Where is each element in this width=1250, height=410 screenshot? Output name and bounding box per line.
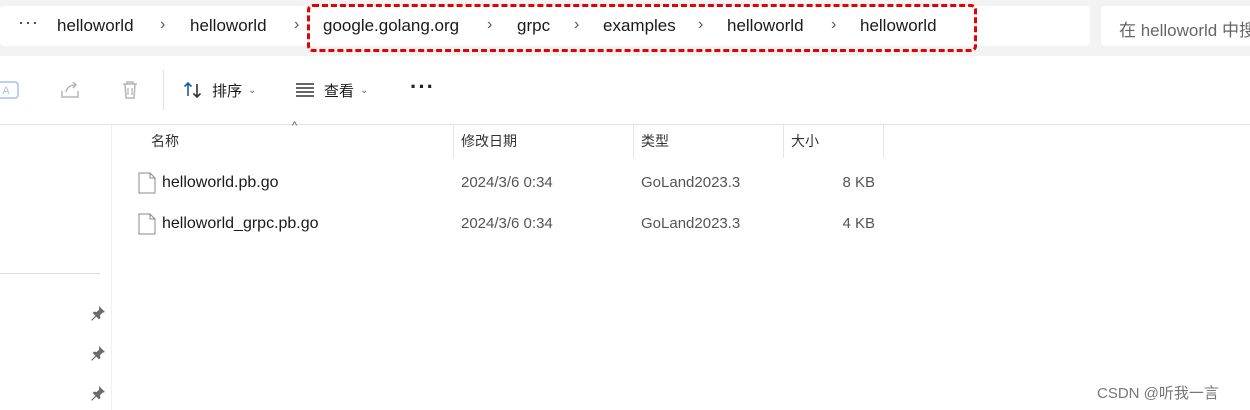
chevron-down-icon: ⌄ bbox=[360, 84, 369, 96]
view-button-label: 查看 bbox=[324, 82, 355, 100]
nav-divider bbox=[0, 273, 100, 274]
file-type: GoLand2023.3 bbox=[641, 215, 741, 232]
toolbar-divider bbox=[163, 70, 164, 110]
command-bar: A 排序 ⌄ 查看 ⌄ ··· bbox=[0, 56, 1250, 125]
breadcrumb-item-examples[interactable]: examples bbox=[603, 16, 676, 36]
rename-icon[interactable]: A bbox=[0, 78, 24, 102]
file-modified: 2024/3/6 0:34 bbox=[461, 215, 553, 232]
breadcrumb-item-helloworld-current[interactable]: helloworld bbox=[860, 16, 937, 36]
breadcrumb-item-helloworld-1[interactable]: helloworld bbox=[57, 16, 134, 36]
column-header-size[interactable]: 大小 bbox=[784, 125, 884, 158]
chevron-right-icon[interactable]: › bbox=[160, 16, 165, 34]
chevron-right-icon[interactable]: › bbox=[294, 16, 299, 34]
search-input[interactable]: 在 helloworld 中搜 bbox=[1119, 16, 1250, 41]
file-name: helloworld_grpc.pb.go bbox=[162, 215, 319, 232]
title-bar: ··· helloworld › helloworld › google.gol… bbox=[0, 0, 1250, 56]
chevron-right-icon[interactable]: › bbox=[487, 16, 492, 34]
sort-button-label: 排序 bbox=[212, 82, 243, 100]
chevron-right-icon[interactable]: › bbox=[574, 16, 579, 34]
column-header-modified[interactable]: 修改日期 bbox=[454, 125, 634, 158]
file-icon bbox=[138, 213, 156, 235]
column-header-type[interactable]: 类型 bbox=[634, 125, 784, 158]
svg-text:A: A bbox=[2, 85, 10, 97]
delete-icon[interactable] bbox=[118, 78, 142, 102]
sort-icon bbox=[183, 81, 202, 99]
file-size: 4 KB bbox=[842, 215, 875, 232]
file-row[interactable]: helloworld.pb.go 2024/3/6 0:34 GoLand202… bbox=[111, 163, 891, 203]
column-header-row: ^ 名称 修改日期 类型 大小 bbox=[111, 120, 891, 158]
chevron-right-icon[interactable]: › bbox=[698, 16, 703, 34]
file-icon bbox=[138, 172, 156, 194]
file-name: helloworld.pb.go bbox=[162, 174, 279, 191]
sort-button[interactable]: 排序 ⌄ bbox=[182, 74, 256, 106]
file-size: 8 KB bbox=[842, 174, 875, 191]
view-button[interactable]: 查看 ⌄ bbox=[294, 74, 368, 106]
file-row[interactable]: helloworld_grpc.pb.go 2024/3/6 0:34 GoLa… bbox=[111, 204, 891, 244]
breadcrumb: ··· helloworld › helloworld › google.gol… bbox=[0, 6, 1090, 46]
column-header-name[interactable]: 名称 bbox=[144, 125, 454, 158]
chevron-down-icon: ⌄ bbox=[248, 84, 257, 96]
breadcrumb-item-grpc[interactable]: grpc bbox=[517, 16, 550, 36]
more-options-button[interactable]: ··· bbox=[410, 74, 435, 100]
file-type: GoLand2023.3 bbox=[641, 174, 741, 191]
file-modified: 2024/3/6 0:34 bbox=[461, 174, 553, 191]
breadcrumb-item-helloworld-3[interactable]: helloworld bbox=[727, 16, 804, 36]
address-bar[interactable]: ··· helloworld › helloworld › google.gol… bbox=[0, 6, 1090, 46]
breadcrumb-overflow-button[interactable]: ··· bbox=[18, 12, 39, 33]
share-icon[interactable] bbox=[58, 78, 82, 102]
column-resize-handle[interactable] bbox=[883, 125, 884, 158]
pin-icon[interactable] bbox=[90, 305, 106, 321]
breadcrumb-item-google-golang-org[interactable]: google.golang.org bbox=[323, 16, 459, 36]
search-box[interactable]: 在 helloworld 中搜 bbox=[1101, 6, 1250, 46]
pin-icon[interactable] bbox=[90, 345, 106, 361]
watermark-text: CSDN @听我一言 bbox=[1097, 385, 1219, 402]
pin-icon[interactable] bbox=[90, 385, 106, 401]
navigation-pane bbox=[0, 125, 112, 410]
breadcrumb-item-helloworld-2[interactable]: helloworld bbox=[190, 16, 267, 36]
view-list-icon bbox=[296, 83, 314, 97]
chevron-right-icon[interactable]: › bbox=[831, 16, 836, 34]
